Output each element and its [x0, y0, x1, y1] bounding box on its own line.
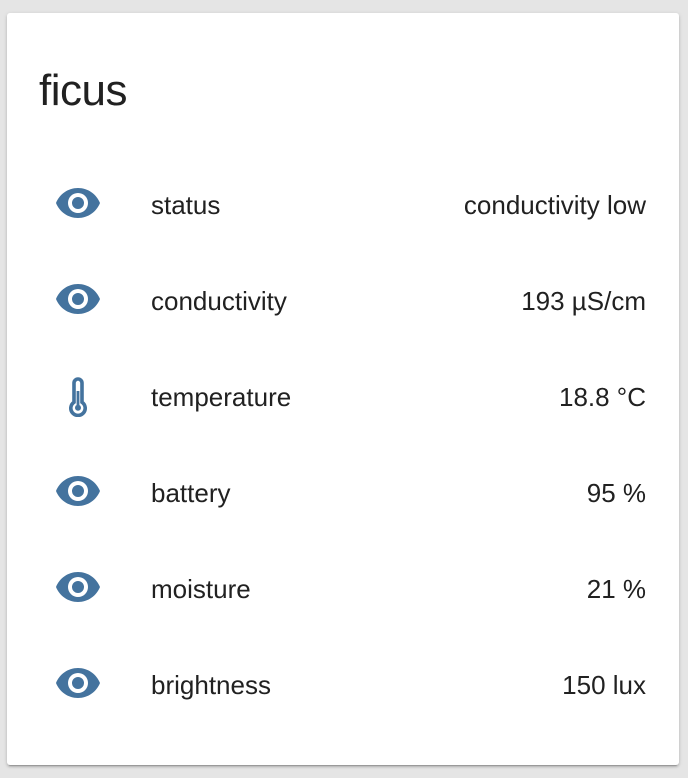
entity-row-status[interactable]: status conductivity low	[7, 157, 679, 253]
entity-label: conductivity	[151, 285, 287, 316]
entity-row-conductivity[interactable]: conductivity 193 µS/cm	[7, 253, 679, 349]
entity-row-brightness[interactable]: brightness 150 lux	[7, 637, 679, 733]
entity-label: battery	[151, 477, 231, 508]
eye-icon	[54, 277, 102, 325]
entity-row-temperature[interactable]: temperature 18.8 °C	[7, 349, 679, 445]
thermometer-icon	[54, 373, 102, 421]
entity-value: 95 %	[586, 477, 646, 508]
entity-label: moisture	[151, 573, 251, 604]
eye-icon	[54, 469, 102, 517]
entity-row-battery[interactable]: battery 95 %	[7, 445, 679, 541]
entity-label: brightness	[151, 669, 271, 700]
entity-value: 21 %	[586, 573, 646, 604]
entity-value: 193 µS/cm	[521, 285, 646, 316]
eye-icon	[54, 181, 102, 229]
entity-list: status conductivity low conductivity 193…	[7, 157, 679, 733]
entity-row-moisture[interactable]: moisture 21 %	[7, 541, 679, 637]
eye-icon	[54, 661, 102, 709]
card-title: ficus	[39, 66, 127, 115]
eye-icon	[54, 565, 102, 613]
entity-value: 18.8 °C	[558, 381, 646, 412]
entity-value: 150 lux	[562, 669, 646, 700]
entity-label: temperature	[151, 381, 292, 412]
entity-label: status	[151, 189, 221, 220]
entities-card: ficus status conductivity low conductivi…	[7, 13, 679, 765]
entity-value: conductivity low	[463, 189, 646, 220]
